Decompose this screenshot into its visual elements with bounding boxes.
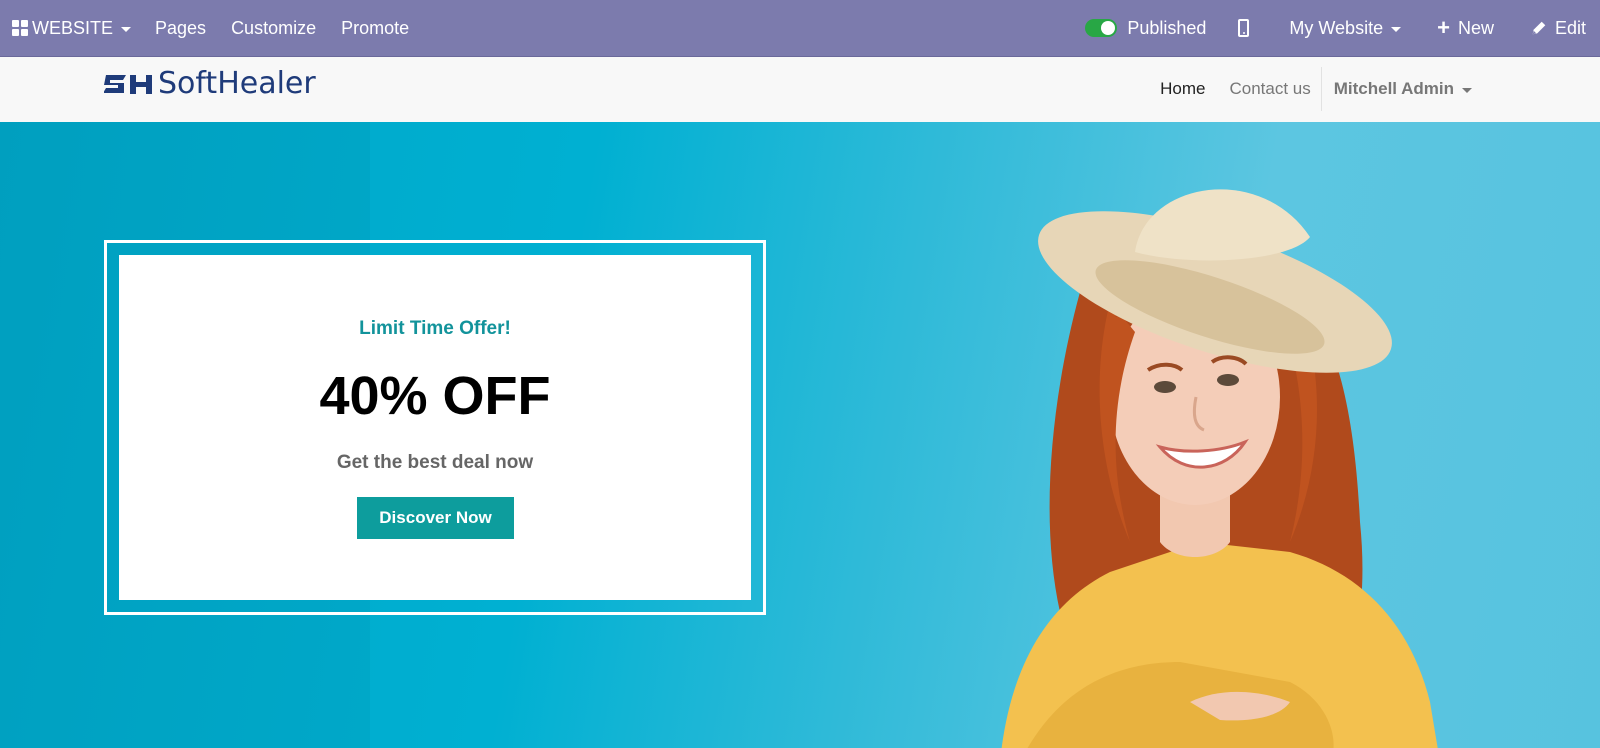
edit-button[interactable]: Edit bbox=[1530, 0, 1586, 56]
mobile-preview-button[interactable] bbox=[1238, 0, 1250, 56]
customize-menu[interactable]: Customize bbox=[231, 0, 316, 56]
user-menu[interactable]: Mitchell Admin bbox=[1334, 79, 1472, 99]
logo-mark-icon bbox=[104, 75, 152, 94]
my-website-menu[interactable]: My Website bbox=[1289, 0, 1402, 56]
pencil-icon bbox=[1532, 21, 1546, 35]
offer-headline: 40% OFF bbox=[319, 366, 551, 426]
nav-home[interactable]: Home bbox=[1160, 79, 1205, 99]
publish-toggle[interactable]: Published bbox=[1085, 0, 1206, 56]
main-nav: Home Contact us Mitchell Admin bbox=[1136, 57, 1472, 121]
new-label: New bbox=[1457, 17, 1494, 38]
site-header: SoftHealer Home Contact us Mitchell Admi… bbox=[0, 57, 1600, 122]
my-website-label: My Website bbox=[1289, 17, 1384, 38]
plus-icon: + bbox=[1437, 15, 1450, 40]
offer-card: Limit Time Offer! 40% OFF Get the best d… bbox=[119, 255, 751, 600]
nav-divider bbox=[1320, 67, 1322, 111]
website-menu-label: WEBSITE bbox=[32, 17, 114, 38]
website-menu[interactable]: WEBSITE bbox=[12, 0, 132, 56]
new-button[interactable]: + New bbox=[1437, 0, 1494, 56]
site-logo[interactable]: SoftHealer bbox=[104, 66, 316, 102]
publish-switch[interactable] bbox=[1085, 19, 1118, 37]
caret-down-icon bbox=[1391, 26, 1402, 32]
hero-banner: Limit Time Offer! 40% OFF Get the best d… bbox=[0, 122, 1600, 748]
offer-subtitle: Get the best deal now bbox=[336, 452, 534, 473]
caret-down-icon bbox=[121, 26, 132, 32]
discover-now-button[interactable]: Discover Now bbox=[357, 497, 514, 539]
logo-text: SoftHealer bbox=[158, 66, 316, 101]
offer-frame: Limit Time Offer! 40% OFF Get the best d… bbox=[104, 240, 766, 615]
edit-label: Edit bbox=[1554, 17, 1586, 38]
caret-down-icon bbox=[1462, 87, 1472, 93]
nav-contact-us[interactable]: Contact us bbox=[1229, 79, 1310, 99]
published-label: Published bbox=[1127, 17, 1207, 38]
user-name: Mitchell Admin bbox=[1333, 79, 1454, 98]
website-admin-bar: WEBSITE Pages Customize Promote Publishe… bbox=[0, 0, 1600, 57]
hero-model-image bbox=[1001, 189, 1438, 748]
promote-menu[interactable]: Promote bbox=[341, 0, 409, 56]
mobile-preview-icon bbox=[1238, 19, 1250, 37]
apps-grid-icon bbox=[12, 20, 28, 36]
pages-menu[interactable]: Pages bbox=[155, 0, 206, 56]
offer-kicker: Limit Time Offer! bbox=[359, 318, 511, 339]
